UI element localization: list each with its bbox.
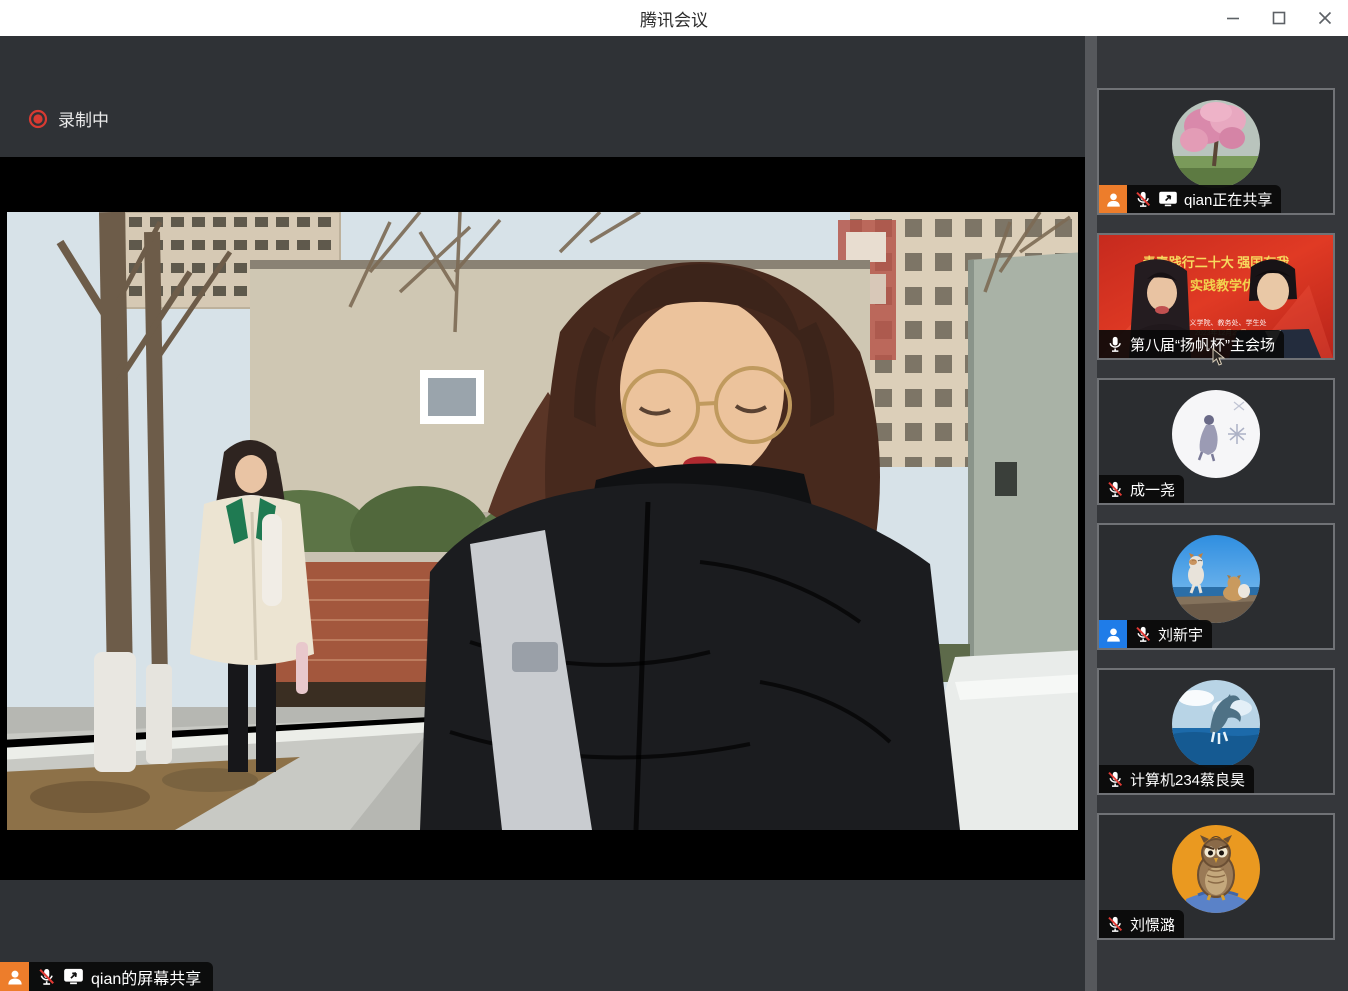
participant-tile-chengyiyao[interactable]: 成一尧 (1097, 378, 1335, 505)
recording-indicator[interactable]: 录制中 (28, 106, 109, 131)
titlebar: 腾讯会议 (0, 0, 1348, 36)
window-title: 腾讯会议 (0, 0, 1348, 36)
close-icon (1318, 11, 1332, 25)
avatar-cats-by-sea (1172, 535, 1260, 623)
participant-tile-liuxinyu[interactable]: 刘新宇 (1097, 523, 1335, 650)
participant-name: qian正在共享 (1184, 189, 1272, 210)
mic-muted-icon (1134, 625, 1152, 643)
mic-muted-icon (1134, 190, 1152, 208)
participant-tile-cailianghao[interactable]: 计算机234蔡良昊 (1097, 668, 1335, 795)
person-icon (5, 967, 25, 987)
close-button[interactable] (1302, 0, 1348, 36)
minimize-button[interactable] (1210, 0, 1256, 36)
avatar-cherry-blossom (1172, 100, 1260, 188)
window-controls (1210, 0, 1348, 36)
mic-muted-icon (1106, 770, 1124, 788)
participant-name: 刘新宇 (1158, 624, 1203, 645)
screen-share-icon (1158, 191, 1178, 207)
mic-muted-icon (1106, 480, 1124, 498)
shared-screen-stage: 录制中 (0, 36, 1085, 991)
screen-share-icon (63, 968, 84, 985)
person-icon (1104, 190, 1123, 209)
participant-tile-qian[interactable]: qian正在共享 (1097, 88, 1335, 215)
minimize-icon (1226, 11, 1240, 25)
participant-name: 计算机234蔡良昊 (1130, 769, 1245, 790)
avatar-dolphin-ocean (1172, 680, 1260, 768)
stage-sidebar-divider (1085, 36, 1097, 991)
mic-muted-icon (1106, 915, 1124, 933)
participant-tile-main-venue[interactable]: 青春践行二十大 强国有我 第八届 实践教学优 大赛 思主义学院、教务处、学生处 … (1097, 233, 1335, 360)
participant-name: 刘憬潞 (1130, 914, 1175, 935)
participant-tile-liujinglu[interactable]: 刘憬潞 (1097, 813, 1335, 940)
share-overlay-label: qian的屏幕共享 (91, 965, 201, 989)
participant-name: 第八届“扬帆杯”主会场 (1130, 334, 1275, 355)
meeting-window: 腾讯会议 录制中 (0, 0, 1348, 991)
participant-name: 成一尧 (1130, 479, 1175, 500)
shared-video-scene (0, 212, 1085, 830)
record-dot-icon (28, 109, 48, 129)
person-icon (1104, 625, 1123, 644)
app-body: 录制中 (0, 36, 1348, 991)
mic-muted-icon (37, 967, 56, 986)
screen-share-overlay: qian的屏幕共享 (0, 962, 213, 991)
host-badge (1099, 185, 1127, 213)
mouse-cursor (1212, 348, 1226, 371)
shared-video-frame (0, 157, 1085, 880)
maximize-button[interactable] (1256, 0, 1302, 36)
cohost-badge (1099, 620, 1127, 648)
participants-sidebar: qian正在共享 青春践行二十大 强国有我 第八届 实践教学优 大 (1097, 36, 1348, 991)
maximize-icon (1272, 11, 1286, 25)
host-badge (0, 962, 29, 991)
mic-on-icon (1106, 335, 1124, 353)
avatar-cartoon-owl (1172, 825, 1260, 913)
avatar-watercolor-figure (1172, 390, 1260, 478)
recording-label: 录制中 (58, 106, 109, 131)
